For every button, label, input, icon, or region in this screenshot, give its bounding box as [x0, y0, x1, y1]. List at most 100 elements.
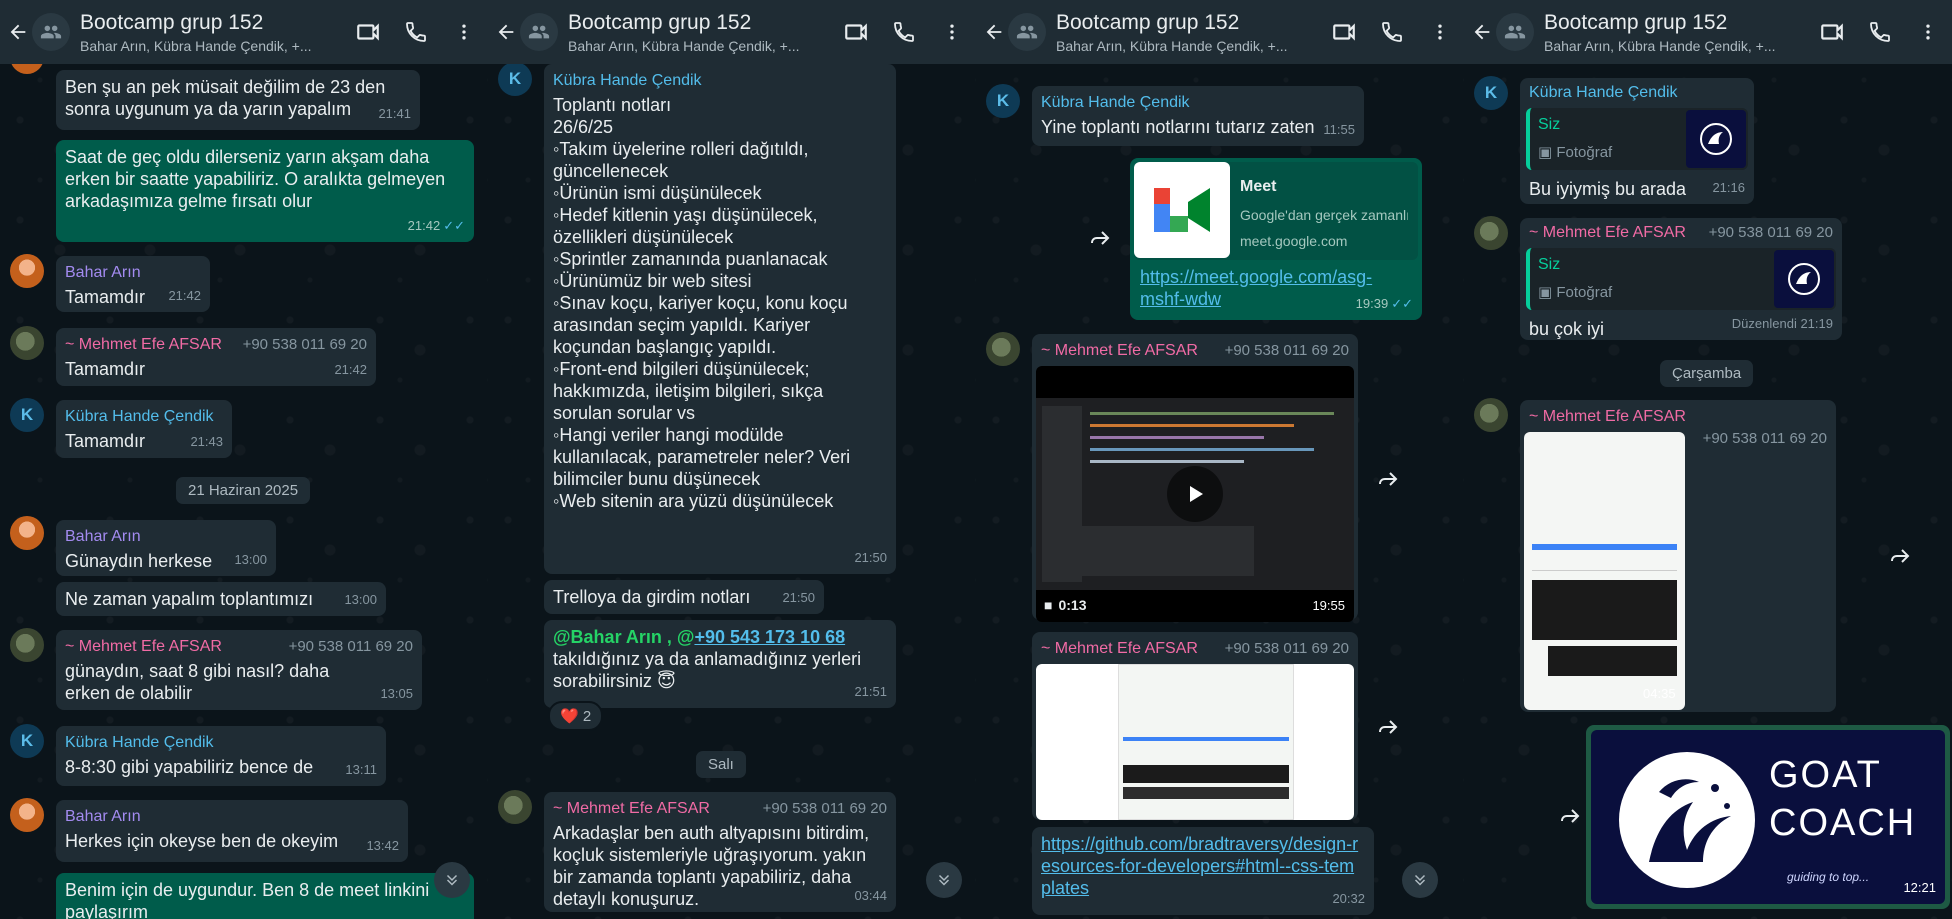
chat-members[interactable]: Bahar Arın, Kübra Hande Çendik, +...: [568, 38, 832, 54]
meet-link-bubble[interactable]: Meet Google'dan gerçek zamanlı t... meet…: [1130, 158, 1422, 320]
goat-coach-logo-image[interactable]: GOAT COACH guiding to top... 12:21: [1591, 730, 1945, 904]
meet-link[interactable]: https://meet.google.com/asg-mshf-wdw: [1134, 260, 1384, 310]
message-bubble[interactable]: ~ Mehmet Efe AFSAR +90 538 011 69 20 Tama…: [56, 328, 376, 386]
sender-name[interactable]: Kübra Hande Çendik: [1526, 82, 1748, 104]
image-bubble[interactable]: ~ Mehmet Efe AFSAR +90 538 011 69 20 19:5…: [1032, 632, 1358, 820]
message-bubble[interactable]: Ne zaman yapalım toplantımızı 13:00: [56, 582, 386, 616]
sender-name[interactable]: ~ Mehmet Efe AFSAR: [553, 800, 710, 817]
message-bubble[interactable]: Trelloya da girdim notları 21:50: [544, 580, 824, 614]
sender-name[interactable]: Bahar Arın: [65, 526, 267, 548]
sender-name[interactable]: Kübra Hande Çendik: [1041, 92, 1355, 114]
mehmet-avatar[interactable]: [10, 326, 44, 360]
video-call-icon[interactable]: [1808, 8, 1856, 56]
sender-name[interactable]: ~ Mehmet Efe AFSAR: [1041, 342, 1198, 359]
sender-name[interactable]: Kübra Hande Çendik: [65, 732, 377, 754]
group-avatar-icon[interactable]: [1496, 13, 1534, 51]
forward-icon[interactable]: [1082, 220, 1118, 256]
reply-bubble[interactable]: Kübra Hande Çendik Siz ▣ Fotoğraf Bu iyi…: [1520, 78, 1754, 204]
sender-name[interactable]: Kübra Hande Çendik: [65, 406, 223, 428]
sender-name[interactable]: Kübra Hande Çendik: [553, 70, 887, 92]
message-bubble[interactable]: ~ Mehmet Efe AFSAR +90 538 011 69 20 güna…: [56, 630, 422, 710]
forward-icon[interactable]: [1552, 798, 1588, 834]
video-call-icon[interactable]: [832, 8, 880, 56]
chat-title[interactable]: Bootcamp grup 152: [80, 11, 344, 35]
voice-call-icon[interactable]: [880, 8, 928, 56]
back-arrow-icon[interactable]: [976, 0, 1012, 64]
voice-call-icon[interactable]: [1368, 8, 1416, 56]
message-bubble[interactable]: Ben şu an pek müsait değilim de 23 den s…: [56, 70, 420, 130]
chat-title[interactable]: Bootcamp grup 152: [568, 11, 832, 35]
mehmet-avatar[interactable]: [1474, 398, 1508, 432]
video-call-icon[interactable]: [1320, 8, 1368, 56]
kubra-avatar[interactable]: K: [1474, 76, 1508, 110]
forward-icon[interactable]: [1370, 461, 1406, 497]
quoted-message[interactable]: Siz ▣ Fotoğraf: [1526, 248, 1836, 310]
chat-title[interactable]: Bootcamp grup 152: [1544, 11, 1808, 35]
scroll-down-button[interactable]: [1402, 862, 1438, 898]
more-options-icon[interactable]: [1904, 8, 1952, 56]
message-bubble[interactable]: @Bahar Arın , @+90 543 173 10 68 takıldı…: [544, 620, 896, 708]
message-bubble[interactable]: Kübra Hande Çendik 8-8:30 gibi yapabilir…: [56, 726, 386, 786]
back-arrow-icon[interactable]: [1464, 0, 1500, 64]
message-bubble[interactable]: Bahar Arın Günaydın herkese 13:00: [56, 520, 276, 576]
mention-bahar[interactable]: @Bahar Arın: [553, 627, 662, 647]
play-icon[interactable]: [1167, 466, 1223, 522]
sender-name[interactable]: Bahar Arın: [65, 806, 399, 828]
chat-members[interactable]: Bahar Arın, Kübra Hande Çendik, +...: [1056, 38, 1320, 54]
kubra-avatar[interactable]: K: [10, 724, 44, 758]
image-thumbnail[interactable]: 19:57: [1036, 664, 1354, 820]
quoted-message[interactable]: Siz ▣ Fotoğraf: [1526, 108, 1748, 170]
image-bubble[interactable]: ~ Mehmet Efe AFSAR +90 538 011 69 20 04:3…: [1520, 400, 1836, 712]
sender-phone[interactable]: +90 538 011 69 20: [1709, 222, 1833, 244]
more-options-icon[interactable]: [440, 8, 488, 56]
sender-name[interactable]: ~ Mehmet Efe AFSAR: [1529, 224, 1686, 241]
message-bubble[interactable]: Saat de geç oldu dilerseniz yarın akşam …: [56, 140, 474, 242]
back-arrow-icon[interactable]: [0, 0, 36, 64]
bahar-avatar[interactable]: [10, 254, 44, 288]
scroll-down-button[interactable]: [926, 862, 962, 898]
forward-icon[interactable]: [1882, 538, 1918, 574]
message-bubble[interactable]: Bahar Arın Tamamdır 21:42: [56, 256, 210, 312]
voice-call-icon[interactable]: [392, 8, 440, 56]
group-avatar-icon[interactable]: [32, 13, 70, 51]
chat-members[interactable]: Bahar Arın, Kübra Hande Çendik, +...: [80, 38, 344, 54]
bahar-avatar[interactable]: [10, 798, 44, 832]
chat-title[interactable]: Bootcamp grup 152: [1056, 11, 1320, 35]
screenshot-thumbnail[interactable]: 04:35: [1524, 432, 1685, 710]
link-preview[interactable]: Meet Google'dan gerçek zamanlı t... meet…: [1134, 162, 1418, 260]
mehmet-avatar[interactable]: [498, 790, 532, 824]
sender-phone[interactable]: +90 538 011 69 20: [1703, 428, 1827, 450]
message-bubble[interactable]: Bahar Arın Herkes için okeyse ben de oke…: [56, 800, 408, 862]
scroll-down-button[interactable]: [434, 862, 470, 898]
message-bubble[interactable]: Kübra Hande Çendik Yine toplantı notları…: [1032, 86, 1364, 146]
mention-phone[interactable]: +90 543 173 10 68: [694, 627, 845, 647]
back-arrow-icon[interactable]: [488, 0, 524, 64]
group-avatar-icon[interactable]: [520, 13, 558, 51]
kubra-avatar[interactable]: K: [10, 398, 44, 432]
sender-name[interactable]: Bahar Arın: [65, 262, 201, 284]
bahar-avatar[interactable]: [10, 516, 44, 550]
sender-name[interactable]: ~ Mehmet Efe AFSAR: [65, 336, 222, 353]
sender-name[interactable]: ~ Mehmet Efe AFSAR: [65, 638, 222, 655]
mehmet-avatar[interactable]: [1474, 216, 1508, 250]
message-bubble[interactable]: Kübra Hande Çendik Toplantı notları 26/6…: [544, 64, 896, 574]
more-options-icon[interactable]: [1416, 8, 1464, 56]
reply-bubble[interactable]: ~ Mehmet Efe AFSAR +90 538 011 69 20 Siz …: [1520, 218, 1842, 340]
chat-members[interactable]: Bahar Arın, Kübra Hande Çendik, +...: [1544, 38, 1808, 54]
sender-phone[interactable]: +90 538 011 69 20: [1225, 340, 1349, 362]
message-bubble[interactable]: https://github.com/bradtraversy/design-r…: [1032, 827, 1374, 915]
kubra-avatar[interactable]: K: [498, 62, 532, 96]
sender-phone[interactable]: +90 538 011 69 20: [763, 798, 887, 820]
sender-phone[interactable]: +90 538 011 69 20: [289, 636, 413, 658]
github-link[interactable]: https://github.com/bradtraversy/design-r…: [1041, 833, 1361, 899]
sender-name[interactable]: ~ Mehmet Efe AFSAR: [1529, 408, 1686, 425]
mehmet-avatar[interactable]: [986, 332, 1020, 366]
message-bubble[interactable]: Kübra Hande Çendik Tamamdır 21:43: [56, 400, 232, 458]
video-thumbnail[interactable]: ■ 0:13 19:55: [1036, 366, 1354, 622]
forward-icon[interactable]: [1370, 709, 1406, 745]
reaction-badge[interactable]: ❤️ 2: [548, 701, 604, 731]
mehmet-avatar[interactable]: [10, 628, 44, 662]
sender-phone[interactable]: +90 538 011 69 20: [243, 334, 367, 356]
video-call-icon[interactable]: [344, 8, 392, 56]
image-bubble[interactable]: GOAT COACH guiding to top... 12:21: [1586, 725, 1950, 909]
